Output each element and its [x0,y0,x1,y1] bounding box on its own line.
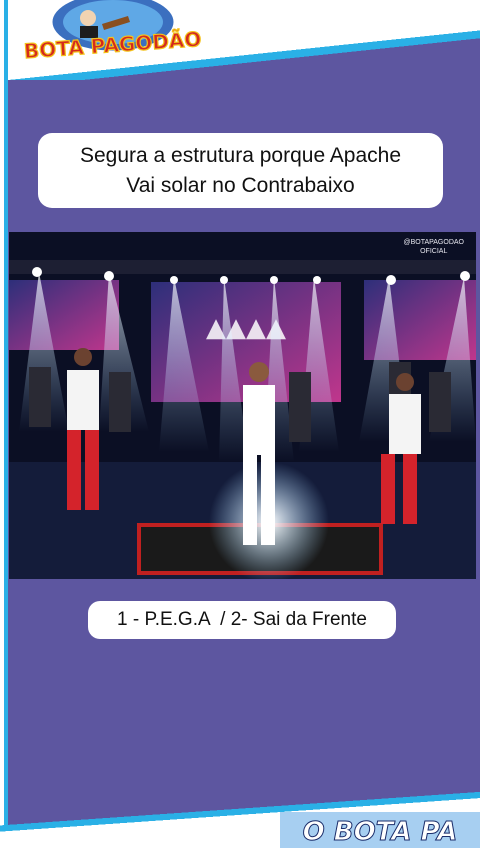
video-frame[interactable]: ▲▲▲▲ @BOTAPAGODAO OFICIAL [9,232,476,579]
svg-text:BOTA PAGODÃO: BOTA PAGODÃO [23,27,202,63]
video-watermark: @BOTAPAGODAO OFICIAL [403,239,464,255]
caption-text: Segura a estrutura porque Apache Vai sol… [79,143,402,197]
bottom-brand-text: O BOTA PA [303,817,458,847]
songs-text: 1 - P.E.G.A / 2- Sai da Frente [117,609,367,630]
bota-pagodao-logo: BOTA PAGODÃO [23,0,203,64]
bottom-brand-banner: O BOTA PA [280,812,480,848]
caption-box: Segura a estrutura porque Apache Vai sol… [38,133,443,208]
songs-box: 1 - P.E.G.A / 2- Sai da Frente [88,601,396,639]
stage-scene: ▲▲▲▲ [9,232,476,579]
